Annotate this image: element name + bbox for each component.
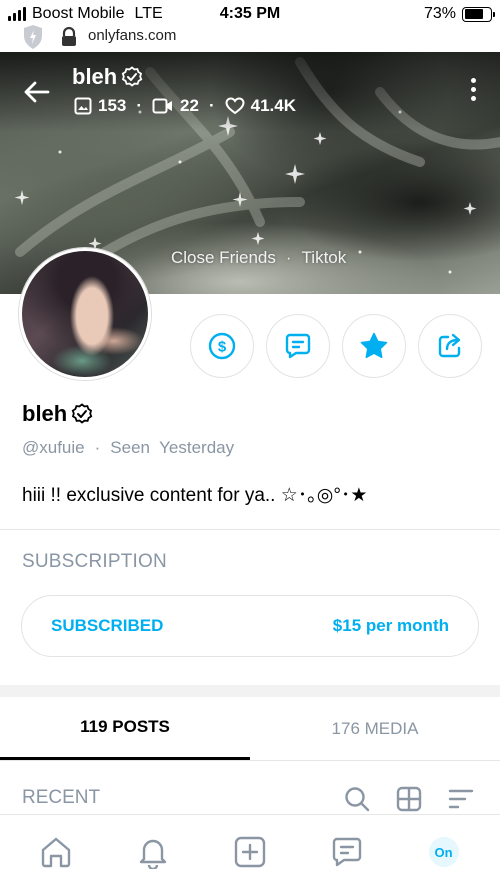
sort-icon[interactable] xyxy=(448,786,474,812)
nav-messages[interactable] xyxy=(317,822,377,882)
profile-meta: @xufuie · Seen Yesterday xyxy=(22,438,234,458)
url-text[interactable]: onlyfans.com xyxy=(88,27,176,44)
profile-initials-badge: On xyxy=(428,837,459,867)
subscribed-button[interactable]: SUBSCRIBED $15 per month xyxy=(21,595,479,657)
dollar-icon: $ xyxy=(208,332,236,360)
last-seen-value: Yesterday xyxy=(159,438,235,457)
nav-notifications[interactable] xyxy=(123,822,183,882)
videos-count: 22 xyxy=(180,96,199,115)
profile-actions: $ xyxy=(190,314,482,378)
photos-stat: 153 xyxy=(74,96,126,116)
nav-profile[interactable]: On xyxy=(414,822,474,882)
recent-section-title: RECENT xyxy=(22,787,101,808)
content-tabs: 119 POSTS 176 MEDIA xyxy=(0,697,500,761)
cover-stats: 153 · 22 · 41.4K xyxy=(74,96,296,116)
message-icon xyxy=(285,333,311,359)
nav-home[interactable] xyxy=(26,822,86,882)
recent-tools xyxy=(344,786,474,812)
subscription-price: $15 per month xyxy=(332,616,449,635)
subscription-status: SUBSCRIBED xyxy=(51,616,164,635)
heart-icon xyxy=(225,97,245,115)
battery-fill xyxy=(464,9,483,19)
shield-icon[interactable] xyxy=(22,24,44,50)
stat-separator: · xyxy=(208,96,215,115)
cover-profile-name: bleh xyxy=(72,64,143,90)
nav-new-post[interactable] xyxy=(220,822,280,882)
likes-count: 41.4K xyxy=(250,96,297,115)
share-icon xyxy=(438,333,461,358)
home-icon xyxy=(42,837,71,868)
battery-icon xyxy=(462,6,495,22)
svg-text:$: $ xyxy=(218,339,227,356)
message-icon xyxy=(332,837,361,867)
last-seen: Seen Yesterday xyxy=(110,438,234,458)
cover-links: Close Friends · Tiktok xyxy=(171,248,346,268)
profile-name-text: bleh xyxy=(22,401,68,426)
verified-icon xyxy=(121,66,143,87)
section-gap xyxy=(0,685,500,697)
image-icon xyxy=(74,97,92,115)
verified-icon xyxy=(71,403,93,424)
link-separator: · xyxy=(285,248,292,267)
subscription-section-title: SUBSCRIPTION xyxy=(22,551,167,572)
battery-percent: 73% xyxy=(423,5,456,22)
video-icon xyxy=(152,98,173,114)
last-seen-label: Seen xyxy=(110,438,150,457)
tab-posts[interactable]: 119 POSTS xyxy=(0,697,250,760)
tip-button[interactable]: $ xyxy=(190,314,254,378)
profile-bio: hiii !! exclusive content for ya.. ☆･｡◎°… xyxy=(22,485,368,506)
stat-separator: · xyxy=(136,96,143,115)
meta-separator: · xyxy=(94,438,101,457)
avatar[interactable] xyxy=(19,248,151,380)
message-button[interactable] xyxy=(266,314,330,378)
link-tiktok[interactable]: Tiktok xyxy=(302,248,347,268)
tab-media[interactable]: 176 MEDIA xyxy=(250,697,500,760)
photos-count: 153 xyxy=(98,96,127,115)
favorite-button[interactable] xyxy=(342,314,406,378)
bell-icon xyxy=(139,839,167,869)
status-right: 73% xyxy=(423,5,495,23)
link-close-friends[interactable]: Close Friends xyxy=(171,248,276,268)
divider xyxy=(0,529,500,530)
cover-name-text: bleh xyxy=(72,64,118,89)
search-icon[interactable] xyxy=(344,786,370,812)
add-post-icon xyxy=(234,836,266,868)
back-arrow-icon[interactable] xyxy=(22,80,50,104)
videos-stat: 22 xyxy=(152,96,199,116)
star-icon xyxy=(360,332,388,359)
bottom-navigation: On xyxy=(0,814,500,889)
share-button[interactable] xyxy=(418,314,482,378)
profile-handle: @xufuie xyxy=(22,438,85,457)
url-bar[interactable]: onlyfans.com xyxy=(0,22,500,52)
lock-icon xyxy=(62,27,76,46)
profile-name: bleh xyxy=(22,401,93,427)
grid-view-icon[interactable] xyxy=(396,786,422,812)
more-options-icon[interactable] xyxy=(471,78,476,101)
likes-stat: 41.4K xyxy=(225,96,296,116)
